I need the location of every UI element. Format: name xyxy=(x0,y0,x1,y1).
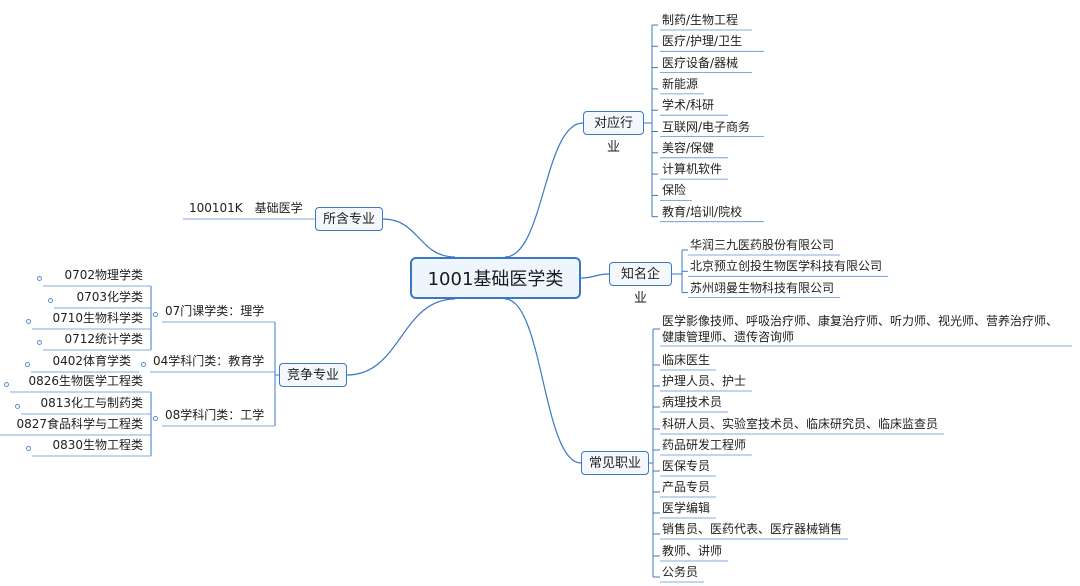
major-item[interactable]: 100101K 基础医学 xyxy=(189,200,303,216)
career-item[interactable]: 科研人员、实验室技术员、临床研究员、临床监查员 xyxy=(662,416,938,432)
branch-companies[interactable]: 知名企业 xyxy=(609,262,672,306)
career-item[interactable]: 销售员、医药代表、医疗器械销售 xyxy=(662,521,842,537)
item-bullet-icon xyxy=(26,319,31,324)
competing-item[interactable]: 0702物理学类 xyxy=(64,267,143,283)
career-item[interactable]: 医学编辑 xyxy=(662,500,710,516)
career-item[interactable]: 临床医生 xyxy=(662,352,710,368)
career-item[interactable]: 药品研发工程师 xyxy=(662,437,746,453)
industry-item[interactable]: 教育/培训/院校 xyxy=(662,204,742,220)
industry-item[interactable]: 计算机软件 xyxy=(662,161,722,177)
industry-item[interactable]: 互联网/电子商务 xyxy=(662,119,750,135)
item-bullet-icon xyxy=(48,298,53,303)
branch-industry[interactable]: 对应行业 xyxy=(583,111,644,155)
branch-careers[interactable]: 常见职业 xyxy=(581,451,649,475)
competing-item[interactable]: 0710生物科学类 xyxy=(52,310,143,326)
competing-item[interactable]: 0712统计学类 xyxy=(64,331,143,347)
item-bullet-icon xyxy=(15,404,20,409)
competing-group[interactable]: 08学科门类：工学 xyxy=(165,407,264,423)
industry-item[interactable]: 美容/保健 xyxy=(662,140,714,156)
career-item[interactable]: 产品专员 xyxy=(662,479,710,495)
company-item[interactable]: 苏州翊曼生物科技有限公司 xyxy=(690,280,834,296)
career-item[interactable]: 医学影像技师、呼吸治疗师、康复治疗师、听力师、视光师、营养治疗师、 健康管理师、… xyxy=(662,313,1058,345)
company-item[interactable]: 北京预立创投生物医学科技有限公司 xyxy=(690,258,882,274)
group-bullet-icon xyxy=(141,362,146,367)
career-item[interactable]: 病理技术员 xyxy=(662,394,722,410)
item-bullet-icon xyxy=(26,446,31,451)
competing-group[interactable]: 04学科门类：教育学 xyxy=(153,353,264,369)
competing-item[interactable]: 0827食品科学与工程类 xyxy=(16,416,143,432)
career-item[interactable]: 医保专员 xyxy=(662,458,710,474)
competing-group[interactable]: 07门课学类：理学 xyxy=(165,303,264,319)
branch-competing[interactable]: 竞争专业 xyxy=(279,363,347,387)
link-competing xyxy=(346,298,456,376)
industry-item[interactable]: 新能源 xyxy=(662,76,698,92)
branch-majors[interactable]: 所含专业 xyxy=(315,207,383,231)
company-item[interactable]: 华润三九医药股份有限公司 xyxy=(690,237,834,253)
central-topic[interactable]: 1001基础医学类 xyxy=(410,257,581,299)
industry-item[interactable]: 学术/科研 xyxy=(662,97,714,113)
industry-item[interactable]: 医疗/护理/卫生 xyxy=(662,33,742,49)
competing-item[interactable]: 0402体育学类 xyxy=(52,353,131,369)
link-majors xyxy=(382,218,456,258)
group-bullet-icon xyxy=(153,312,158,317)
industry-item[interactable]: 医疗设备/器械 xyxy=(662,55,738,71)
item-bullet-icon xyxy=(25,362,30,367)
career-item[interactable]: 护理人员、护士 xyxy=(662,373,746,389)
competing-item[interactable]: 0703化学类 xyxy=(76,289,143,305)
link-careers xyxy=(504,298,582,464)
item-bullet-icon xyxy=(37,276,42,281)
industry-item[interactable]: 制药/生物工程 xyxy=(662,12,738,28)
link-companies xyxy=(580,273,610,279)
group-bullet-icon xyxy=(153,416,158,421)
career-item[interactable]: 教师、讲师 xyxy=(662,543,722,559)
competing-item[interactable]: 0826生物医学工程类 xyxy=(28,373,143,389)
link-industry xyxy=(504,122,584,258)
item-bullet-icon xyxy=(37,340,42,345)
industry-item[interactable]: 保险 xyxy=(662,182,686,198)
item-bullet-icon xyxy=(4,382,9,387)
competing-item[interactable]: 0830生物工程类 xyxy=(52,437,143,453)
career-item[interactable]: 公务员 xyxy=(662,564,698,580)
competing-item[interactable]: 0813化工与制药类 xyxy=(40,395,143,411)
